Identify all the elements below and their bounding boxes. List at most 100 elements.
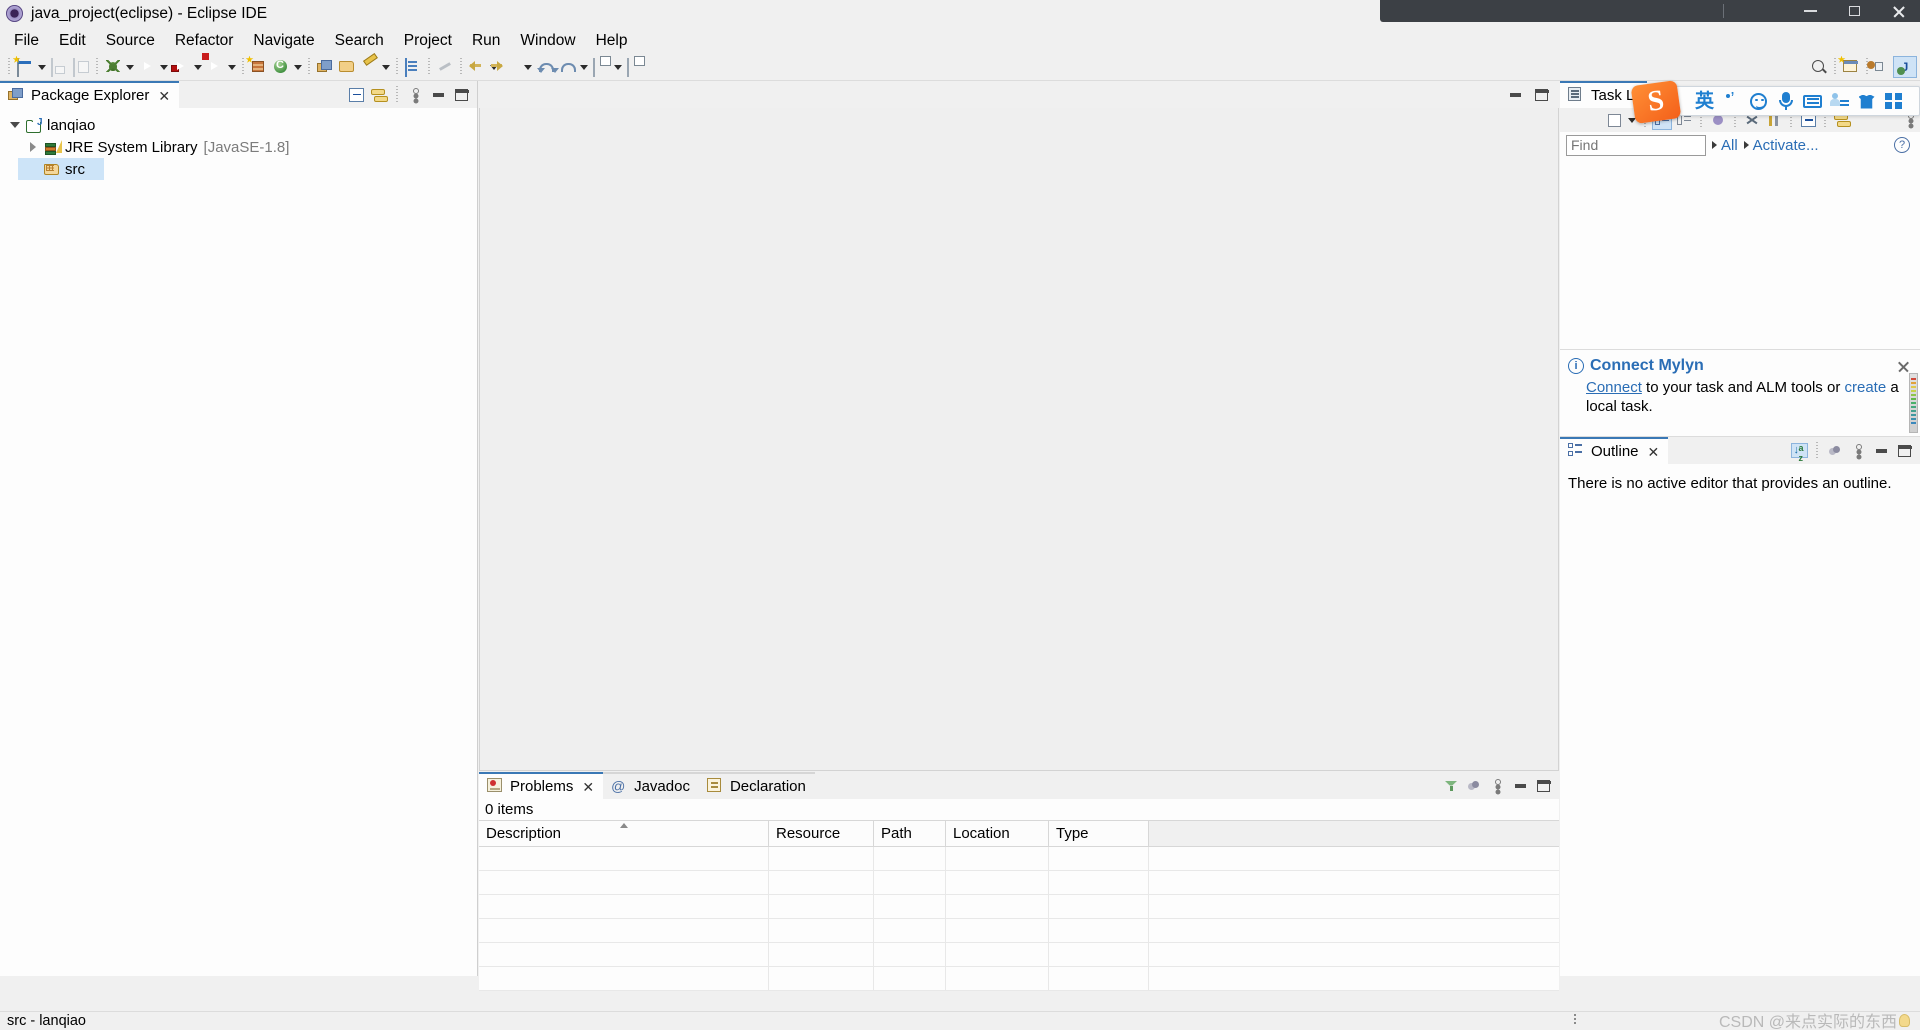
close-icon[interactable]: ✕ [158, 89, 170, 103]
new-class-dropdown[interactable] [292, 56, 304, 78]
ime-skins-button[interactable] [1853, 87, 1880, 115]
column-header-resource[interactable]: Resource [769, 821, 874, 846]
hide-fields-button[interactable] [1825, 441, 1845, 461]
view-menu-button[interactable] [405, 85, 425, 105]
sogou-ime-toolbar[interactable]: S 英 [1630, 79, 1920, 125]
editor-empty-canvas[interactable] [479, 108, 1559, 771]
external-editor-dropdown[interactable] [612, 56, 624, 78]
menu-item-file[interactable]: File [4, 30, 49, 52]
menu-item-edit[interactable]: Edit [49, 30, 96, 52]
ime-emoji-button[interactable] [1745, 87, 1772, 115]
group-by-button[interactable] [1464, 776, 1484, 796]
close-icon[interactable]: ✕ [582, 780, 594, 794]
new-package-button[interactable] [245, 55, 270, 78]
tree-item-src[interactable]: src [18, 158, 104, 180]
redo-dropdown[interactable] [578, 56, 590, 78]
menu-item-run[interactable]: Run [462, 30, 510, 52]
new-wizard-dropdown[interactable] [36, 56, 48, 78]
external-editor-button[interactable] [590, 56, 612, 78]
column-header-path[interactable]: Path [874, 821, 946, 846]
forward-dropdown[interactable] [522, 56, 534, 78]
run-external-tools-button[interactable] [170, 56, 192, 78]
minimize-button[interactable] [1510, 776, 1530, 796]
overlay-maximize-button[interactable] [1832, 0, 1876, 22]
link-with-editor-button[interactable] [369, 85, 389, 105]
table-row[interactable] [479, 943, 1559, 967]
help-icon[interactable]: ? [1894, 137, 1910, 153]
close-icon[interactable] [1897, 360, 1910, 373]
tab-declaration[interactable]: Declaration [698, 772, 815, 799]
search-input[interactable] [1566, 134, 1706, 156]
maximize-button[interactable] [1894, 441, 1914, 461]
java-perspective-button[interactable]: J [1893, 56, 1917, 78]
mylyn-create-link[interactable]: create [1844, 379, 1886, 396]
coverage-button[interactable] [201, 52, 226, 78]
editor-minimize-button[interactable] [1505, 85, 1525, 105]
save-all-button[interactable] [70, 56, 92, 78]
minimize-button[interactable] [428, 85, 448, 105]
table-row[interactable] [479, 895, 1559, 919]
column-header-description[interactable]: Description [479, 821, 769, 846]
quick-access-search-button[interactable] [1808, 56, 1830, 78]
menu-item-help[interactable]: Help [586, 30, 638, 52]
menu-item-window[interactable]: Window [510, 30, 585, 52]
forward-button[interactable] [500, 56, 522, 78]
table-row[interactable] [479, 919, 1559, 943]
table-row[interactable] [479, 871, 1559, 895]
chevron-right-icon[interactable] [24, 142, 42, 152]
new-window-button[interactable] [1837, 55, 1862, 78]
ime-language-mode-button[interactable]: 英 [1691, 87, 1718, 115]
save-button[interactable] [48, 56, 70, 78]
ime-handwriting-button[interactable] [1826, 87, 1853, 115]
new-annotation-button[interactable] [358, 56, 380, 78]
maximize-button[interactable] [1533, 776, 1553, 796]
filters-button[interactable] [1441, 776, 1461, 796]
toggle-mark-occurrences-button[interactable] [402, 56, 424, 78]
table-row[interactable] [479, 847, 1559, 871]
menu-item-navigate[interactable]: Navigate [243, 30, 324, 52]
minimize-button[interactable] [1871, 441, 1891, 461]
new-wizard-button[interactable] [12, 55, 36, 78]
close-icon[interactable]: ✕ [1648, 445, 1660, 459]
tab-problems[interactable]: Problems ✕ [479, 772, 604, 799]
ime-voice-input-button[interactable] [1772, 87, 1799, 115]
tree-item-project[interactable]: J lanqiao [0, 114, 477, 136]
coverage-dropdown[interactable] [226, 56, 238, 78]
menu-item-project[interactable]: Project [394, 30, 462, 52]
run-button[interactable] [136, 56, 158, 78]
open-resource-button[interactable] [624, 56, 646, 78]
statusbar-resize-handle[interactable] [1573, 1014, 1577, 1026]
overlay-close-button[interactable] [1876, 0, 1920, 22]
run-dropdown[interactable] [158, 56, 170, 78]
tab-package-explorer[interactable]: Package Explorer ✕ [0, 81, 180, 108]
overlay-minimize-button[interactable] [1788, 0, 1832, 22]
view-menu-button[interactable] [1848, 441, 1868, 461]
sogou-logo-icon[interactable]: S [1630, 79, 1682, 125]
ime-toolbox-menu-button[interactable] [1880, 87, 1907, 115]
menu-item-source[interactable]: Source [96, 30, 165, 52]
open-perspective-button[interactable] [1866, 56, 1894, 78]
mylyn-overview-ruler[interactable] [1909, 373, 1918, 433]
maximize-button[interactable] [451, 85, 471, 105]
tree-item-jre-library[interactable]: JRE System Library [JavaSE-1.8] [0, 136, 477, 158]
menu-item-search[interactable]: Search [325, 30, 394, 52]
tab-javadoc[interactable]: @ Javadoc [603, 772, 699, 799]
annotation-dropdown[interactable] [380, 56, 392, 78]
sort-alphabetically-button[interactable]: ↓ a z [1789, 441, 1809, 463]
column-header-location[interactable]: Location [946, 821, 1049, 846]
debug-dropdown[interactable] [124, 56, 136, 78]
debug-button[interactable] [102, 56, 124, 78]
scope-selector[interactable]: All [1712, 137, 1738, 154]
redo-button[interactable] [556, 56, 578, 78]
back-button[interactable] [466, 56, 488, 78]
new-class-button[interactable]: C [270, 56, 292, 78]
open-task-button[interactable] [336, 56, 358, 78]
new-task-button[interactable] [1604, 110, 1624, 130]
menu-item-refactor[interactable]: Refactor [165, 30, 244, 52]
activate-selector[interactable]: Activate... [1743, 137, 1819, 154]
ime-punctuation-button[interactable] [1718, 87, 1745, 115]
skip-breakpoints-button[interactable] [434, 56, 456, 78]
column-header-type[interactable]: Type [1049, 821, 1149, 846]
ime-soft-keyboard-button[interactable] [1799, 87, 1826, 115]
view-menu-button[interactable] [1487, 776, 1507, 796]
